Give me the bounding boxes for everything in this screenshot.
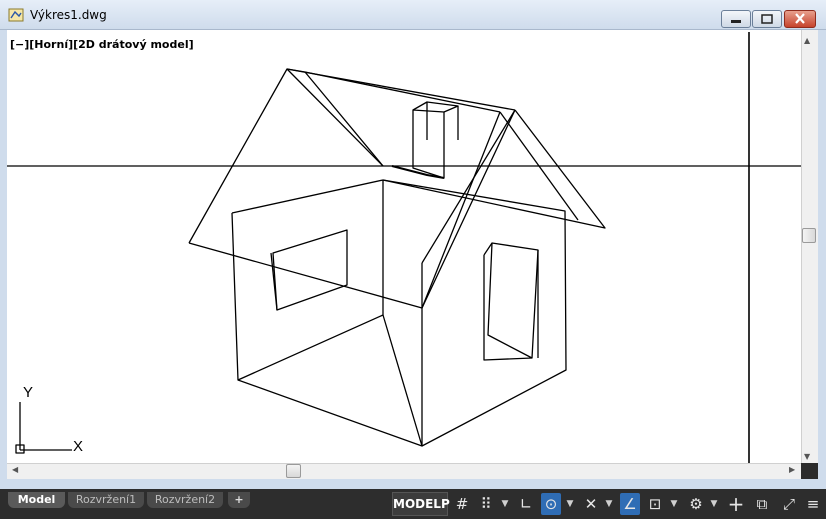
roof-slope-front bbox=[188, 109, 516, 309]
polar-dropdown-icon[interactable]: ▼ bbox=[565, 493, 575, 515]
horizontal-scrollbar[interactable] bbox=[7, 463, 801, 479]
base-front-edge bbox=[237, 379, 423, 447]
autocad-window: Výkres1.dwg Y X [−][Horní][2D drátový mo… bbox=[0, 0, 826, 519]
grid-icon[interactable]: # bbox=[452, 493, 472, 515]
side-door bbox=[483, 242, 539, 361]
roof-gable-front bbox=[188, 68, 384, 244]
restore-icon bbox=[761, 14, 773, 24]
restore-button[interactable] bbox=[752, 10, 782, 28]
front-wall bbox=[231, 179, 384, 381]
add-layout-button[interactable]: + bbox=[228, 492, 250, 508]
fullscreen-icon[interactable]: ⤢ bbox=[779, 493, 799, 515]
roof-fascia bbox=[421, 109, 516, 264]
vertical-scrollbar[interactable] bbox=[801, 30, 818, 463]
side-door-inner bbox=[487, 242, 533, 359]
osnap-icon[interactable]: ⊡ bbox=[645, 493, 665, 515]
roof-slope-inner bbox=[421, 111, 501, 309]
tab-layout1[interactable]: Rozvržení1 bbox=[68, 492, 144, 508]
settings-gear-icon[interactable]: ⚙ bbox=[686, 493, 706, 515]
osnap-dropdown-icon[interactable]: ▼ bbox=[669, 493, 679, 515]
viewport-controls-label[interactable]: [−][Horní][2D drátový model] bbox=[10, 38, 194, 51]
scroll-up-icon[interactable]: ▲ bbox=[804, 36, 810, 45]
settings-dropdown-icon[interactable]: ▼ bbox=[709, 493, 719, 515]
scroll-down-icon[interactable]: ▼ bbox=[804, 452, 810, 461]
ucs-x-label: X bbox=[73, 438, 83, 455]
workspace-icon[interactable]: ⧉ bbox=[752, 493, 772, 515]
osnap-track-icon[interactable]: ∠ bbox=[620, 493, 640, 515]
window-frame-bottom bbox=[0, 479, 826, 489]
crosshair-icon[interactable]: + bbox=[726, 493, 746, 515]
title-bar[interactable]: Výkres1.dwg bbox=[0, 0, 826, 30]
chimney-base bbox=[391, 165, 445, 179]
minimize-button[interactable] bbox=[721, 10, 751, 28]
model-paper-toggle[interactable]: MODELP bbox=[392, 492, 450, 516]
ortho-icon[interactable]: ∟ bbox=[516, 493, 536, 515]
ucs-y-label: Y bbox=[23, 384, 33, 401]
vertical-scroll-thumb[interactable] bbox=[802, 228, 816, 243]
window-frame-left bbox=[0, 30, 7, 490]
isodraft-icon[interactable]: ✕ bbox=[581, 493, 601, 515]
drawing-file-icon bbox=[8, 8, 24, 22]
snap-dropdown-icon[interactable]: ▼ bbox=[500, 493, 510, 515]
drawing-canvas[interactable]: Y X [−][Horní][2D drátový model] bbox=[7, 30, 801, 463]
status-bar: Model Rozvržení1 Rozvržení2 + MODELP # ⠿… bbox=[0, 489, 826, 519]
window-frame-right bbox=[818, 30, 826, 490]
close-button[interactable] bbox=[784, 10, 816, 28]
menu-icon[interactable]: ≡ bbox=[803, 493, 823, 515]
tab-layout2[interactable]: Rozvržení2 bbox=[147, 492, 223, 508]
chimney bbox=[412, 101, 459, 179]
polar-icon[interactable]: ⊙ bbox=[541, 493, 561, 515]
roof-ridge-inner bbox=[304, 71, 501, 113]
tab-model[interactable]: Model bbox=[8, 492, 65, 508]
scroll-right-icon[interactable]: ▶ bbox=[789, 465, 795, 474]
isodraft-dropdown-icon[interactable]: ▼ bbox=[604, 493, 614, 515]
close-icon bbox=[795, 13, 805, 24]
house-wireframe-drawing[interactable]: Y X bbox=[7, 30, 801, 463]
snap-icon[interactable]: ⠿ bbox=[476, 493, 496, 515]
minimize-icon bbox=[731, 20, 741, 23]
horizontal-scroll-thumb[interactable] bbox=[286, 464, 301, 478]
window-title: Výkres1.dwg bbox=[30, 8, 107, 22]
scroll-left-icon[interactable]: ◀ bbox=[12, 465, 18, 474]
